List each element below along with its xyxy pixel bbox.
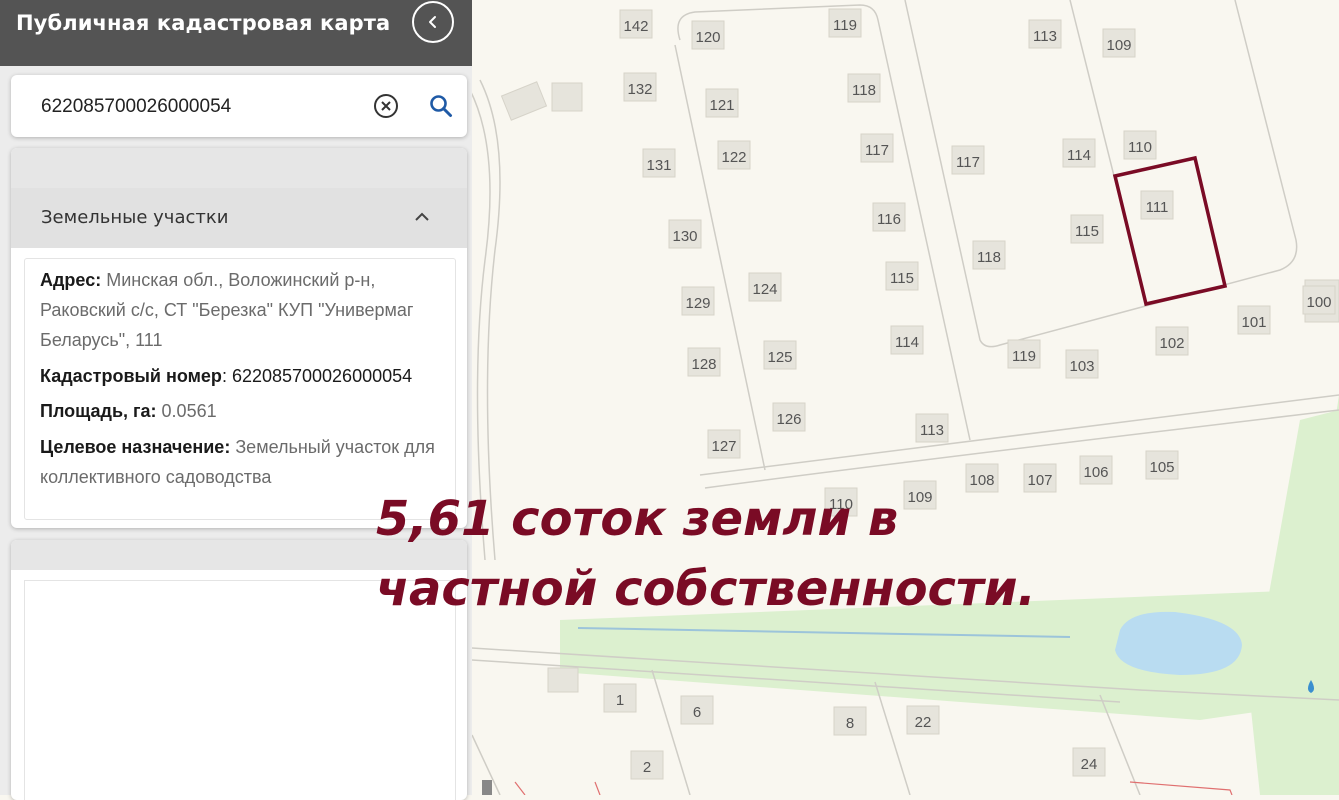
plot-number-label: 117 <box>865 142 889 159</box>
plot-number-label: 102 <box>1159 335 1184 352</box>
plot-number-label: 119 <box>1012 348 1036 365</box>
building <box>500 81 548 121</box>
chevron-up-icon <box>415 212 429 221</box>
plot-number-label: 131 <box>646 157 671 174</box>
plot-number-label: 24 <box>1081 756 1098 773</box>
selected-parcel-outline[interactable] <box>1112 155 1228 307</box>
search-input[interactable] <box>39 93 363 121</box>
result-card: Земельные участки Адрес: Минская обл., В… <box>11 148 467 528</box>
plot-number-label: 113 <box>920 422 944 439</box>
plot-number-label: 100 <box>1306 294 1331 311</box>
plot-number-label: 127 <box>711 438 736 455</box>
scrollbar[interactable] <box>482 780 492 795</box>
plot-number-label: 111 <box>1146 199 1169 216</box>
plot-number-label: 129 <box>685 295 710 312</box>
plot-number-label: 2 <box>643 759 651 776</box>
building <box>547 667 579 693</box>
panel-header: Публичная кадастровая карта <box>0 0 472 66</box>
plot-number-label: 128 <box>691 356 716 373</box>
cadastral-number-row: Кадастровый номер: 622085700026000054 <box>40 366 413 386</box>
plot-number-label: 121 <box>709 97 734 114</box>
plot-number-label: 126 <box>776 411 801 428</box>
parcel-info: Адрес: Минская обл., Воложинский р-н, Ра… <box>24 258 456 520</box>
plot-number-label: 114 <box>895 334 919 351</box>
plot-number-label: 124 <box>752 281 777 298</box>
land-plots-section-toggle[interactable]: Земельные участки <box>11 188 467 248</box>
plot-number-label: 116 <box>877 211 901 228</box>
building <box>551 82 583 112</box>
plot-number-label: 8 <box>846 715 854 732</box>
collapse-panel-button[interactable] <box>412 1 454 43</box>
search-icon[interactable] <box>429 94 453 118</box>
road <box>677 4 971 441</box>
plot-number-label: 142 <box>623 18 648 35</box>
page-title: Публичная кадастровая карта <box>16 11 391 35</box>
area-row: Площадь, га: 0.0561 <box>40 401 217 421</box>
road <box>874 681 911 795</box>
purpose-row: Целевое назначение: Земельный участок дл… <box>40 437 435 487</box>
section-title: Земельные участки <box>41 207 229 228</box>
plot-number-label: 122 <box>721 149 746 166</box>
clear-icon[interactable] <box>373 93 399 119</box>
card-header <box>11 148 467 188</box>
plot-number-label: 106 <box>1083 464 1108 481</box>
plot-number-label: 120 <box>695 29 720 46</box>
plot-number-label: 113 <box>1033 28 1057 45</box>
plot-number-label: 118 <box>852 82 876 99</box>
plot-number-label: 115 <box>1075 223 1099 240</box>
plot-number-label: 118 <box>977 249 1001 266</box>
side-panel: Публичная кадастровая карта Земельные уч… <box>0 0 472 800</box>
plot-number-label: 125 <box>767 349 792 366</box>
caption-line-2: частной собственности. <box>376 561 1036 617</box>
chevron-left-icon <box>429 16 436 28</box>
overlay-caption: 5,61 соток земли в частной собственности… <box>376 484 1036 624</box>
boundary-line <box>514 781 526 795</box>
search-box <box>11 75 467 137</box>
plot-number-label: 132 <box>627 81 652 98</box>
plot-number-label: 6 <box>693 704 701 721</box>
plot-number-label: 109 <box>1106 37 1131 54</box>
plot-number-label: 105 <box>1149 459 1174 476</box>
caption-line-1: 5,61 соток земли в <box>376 491 899 547</box>
plot-number-label: 115 <box>890 270 914 287</box>
plot-number-label: 101 <box>1241 314 1266 331</box>
plot-number-label: 117 <box>956 154 980 171</box>
plot-number-label: 114 <box>1067 147 1091 164</box>
plot-number-label: 22 <box>915 714 932 731</box>
plot-number-label: 119 <box>833 17 857 34</box>
boundary-line <box>1129 781 1233 795</box>
plot-number-label: 1 <box>616 692 624 709</box>
plot-number-label: 130 <box>672 228 697 245</box>
plot-number-label: 110 <box>1128 139 1152 156</box>
boundary-line <box>594 781 601 795</box>
plot-number-label: 103 <box>1069 358 1094 375</box>
address-row: Адрес: Минская обл., Воложинский р-н, Ра… <box>40 270 414 350</box>
